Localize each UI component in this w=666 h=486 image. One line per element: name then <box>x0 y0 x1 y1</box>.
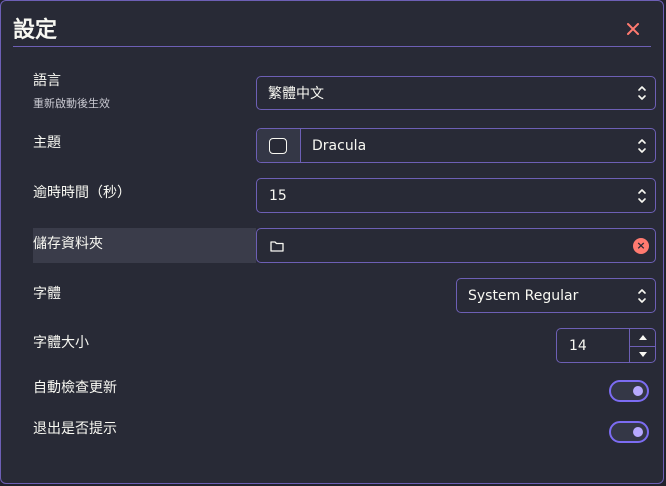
timeout-input[interactable]: 15 <box>256 178 656 213</box>
triangle-up-icon <box>638 334 647 340</box>
clear-icon[interactable]: × <box>633 238 649 254</box>
auto-update-label: 自動檢查更新 <box>33 380 117 396</box>
exit-prompt-label: 退出是否提示 <box>33 421 117 437</box>
theme-select[interactable]: Dracula <box>256 128 656 163</box>
toggle-knob <box>633 386 643 396</box>
font-size-input[interactable]: 14 <box>556 328 656 363</box>
language-value: 繁體中文 <box>268 86 324 102</box>
chevron-up-down-icon[interactable] <box>637 186 647 206</box>
exit-prompt-toggle[interactable] <box>609 421 649 443</box>
auto-update-toggle[interactable] <box>609 380 649 402</box>
increment-button[interactable] <box>630 329 655 346</box>
chevron-up-down-icon <box>637 83 647 103</box>
chevron-up-down-icon <box>637 136 647 156</box>
theme-swatch-area <box>257 129 301 162</box>
folder-icon[interactable] <box>269 238 285 254</box>
font-size-value: 14 <box>569 337 587 354</box>
settings-dialog: 設定 語言 重新啟動後生效 繁體中文 主題 Dracula 逾時時間（秒） 15… <box>0 0 664 484</box>
dialog-header: 設定 <box>13 17 651 47</box>
font-size-stepper[interactable] <box>629 329 655 362</box>
language-sublabel: 重新啟動後生效 <box>33 97 110 110</box>
triangle-down-icon <box>638 351 647 357</box>
language-select[interactable]: 繁體中文 <box>256 76 656 110</box>
timeout-label: 逾時時間（秒） <box>33 185 131 201</box>
font-value: System Regular <box>468 287 579 304</box>
dialog-title: 設定 <box>13 18 58 43</box>
font-select[interactable]: System Regular <box>456 278 656 313</box>
timeout-value: 15 <box>269 187 287 204</box>
font-label: 字體 <box>33 286 61 302</box>
theme-label: 主題 <box>33 135 61 151</box>
chevron-up-down-icon <box>637 286 647 306</box>
decrement-button[interactable] <box>630 345 655 363</box>
storage-folder-input[interactable]: × <box>256 228 656 263</box>
theme-value: Dracula <box>312 137 367 154</box>
header-divider <box>13 46 651 47</box>
language-label: 語言 <box>33 73 61 89</box>
storage-label: 儲存資料夾 <box>33 236 103 252</box>
theme-color-swatch <box>269 138 287 154</box>
font-size-label: 字體大小 <box>33 335 89 351</box>
close-icon[interactable] <box>625 21 641 37</box>
toggle-knob <box>633 427 643 437</box>
